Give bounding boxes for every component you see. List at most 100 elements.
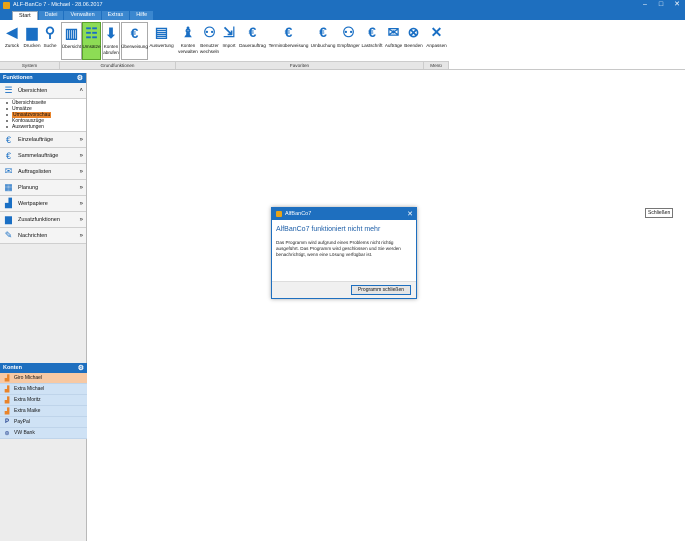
- dialog-title-bar: AlfBanCo7 ✕: [272, 208, 416, 220]
- sub-item-auswertungen[interactable]: Auswertungen: [6, 124, 86, 130]
- user-switch-icon: ⚇: [203, 24, 216, 40]
- account-chart-icon: ▟: [4, 397, 10, 404]
- print-button[interactable]: ▆ Drucken: [22, 22, 42, 60]
- dialog-heading: AlfBanCo7 funktioniert nicht mehr: [276, 226, 381, 233]
- nav-item-auftragslisten[interactable]: ✉ Auftragslisten »: [0, 164, 86, 180]
- account-paypal[interactable]: P PayPal: [0, 417, 87, 428]
- dialog-title: AlfBanCo7: [285, 211, 312, 217]
- printer-icon: ▆: [5, 214, 12, 224]
- euro-transfer-icon: €: [319, 24, 327, 40]
- app-icon: [276, 211, 282, 217]
- mail-icon: ✉: [387, 24, 400, 40]
- nav-item-einzelauftraege[interactable]: € Einzelaufträge »: [0, 132, 86, 148]
- close-button[interactable]: ✕: [669, 0, 685, 10]
- nav-item-nachrichten[interactable]: ✎ Nachrichten »: [0, 228, 86, 244]
- recipient-icon: ⚇: [342, 24, 355, 40]
- group-menu: Menü: [424, 61, 449, 69]
- app-icon: [3, 1, 10, 9]
- manage-accounts-button[interactable]: ♝ Konten verwalten: [178, 22, 198, 60]
- fetch-accounts-button[interactable]: ⬇ Konten abrufen: [102, 22, 120, 60]
- account-chart-icon: ▟: [4, 408, 10, 415]
- error-dialog: AlfBanCo7 ✕ AlfBanCo7 funktioniert nicht…: [271, 207, 417, 299]
- nav-item-sammelauftraege[interactable]: € Sammelaufträge »: [0, 148, 86, 164]
- funktionen-header: Funktionen ⚙: [0, 73, 86, 83]
- gear-icon[interactable]: ⚙: [78, 364, 84, 372]
- uebersichten-sublist: Übersichtsseite Umsätze Umsatzvorschau K…: [0, 99, 86, 132]
- back-button[interactable]: ◀ Zurück: [3, 22, 21, 60]
- printer-icon: ▆: [26, 24, 38, 40]
- gear-icon[interactable]: ⚙: [77, 74, 83, 82]
- euro-icon: €: [130, 25, 139, 41]
- download-icon: ⬇: [105, 25, 117, 41]
- report-button[interactable]: ▤ Auswertung: [149, 22, 174, 60]
- account-chart-icon: ▟: [4, 386, 10, 393]
- maximize-button[interactable]: □: [653, 0, 669, 10]
- transactions-button[interactable]: ☷ Umsätze: [82, 22, 101, 60]
- direct-debit-button[interactable]: € Lastschrift: [361, 22, 383, 60]
- account-vw-bank[interactable]: ⊛ VW Bank: [0, 428, 87, 439]
- tab-start[interactable]: Start: [12, 11, 38, 20]
- menu-bar: Start Datei Verwalten Extras Hilfe: [0, 10, 685, 20]
- tab-extras[interactable]: Extras: [101, 11, 130, 20]
- tab-datei[interactable]: Datei: [38, 11, 64, 20]
- search-button[interactable]: ⚲ Suche: [42, 22, 58, 60]
- overview-button[interactable]: ▥ Übersicht: [61, 22, 82, 60]
- window-title: ALF-BanCo 7 - Michael - 28.06.2017: [13, 2, 103, 8]
- nav-item-planung[interactable]: ▦ Planung »: [0, 180, 86, 196]
- account-extra-moritz[interactable]: ▟ Extra Moritz: [0, 395, 87, 406]
- account-extra-michael[interactable]: ▟ Extra Michael: [0, 384, 87, 395]
- account-giro-michael[interactable]: ▟ Giro Michael: [0, 373, 87, 384]
- transactions-icon: ☷: [85, 25, 98, 41]
- nav-item-uebersichten[interactable]: ☰ Übersichten ˄: [0, 83, 86, 99]
- konten-header: Konten ⚙: [0, 363, 87, 373]
- vw-logo-icon: ⊛: [4, 430, 10, 437]
- orders-button[interactable]: ✉ Aufträge: [384, 22, 403, 60]
- dialog-footer: Programm schließen: [272, 281, 416, 298]
- nav-item-wertpapiere[interactable]: ▟ Wertpapiere »: [0, 196, 86, 212]
- import-button[interactable]: ⇲ Import: [221, 22, 237, 60]
- back-arrow-icon: ◀: [6, 24, 18, 40]
- scheduled-transfer-button[interactable]: € Terminüberweisung: [268, 22, 309, 60]
- switch-user-button[interactable]: ⚇ Benutzer wechseln: [199, 22, 220, 60]
- close-program-button[interactable]: Programm schließen: [351, 285, 411, 295]
- close-tooltip: Schließen: [645, 208, 674, 218]
- list-icon: ☰: [4, 85, 13, 95]
- transfer-button[interactable]: € Überweisung: [121, 22, 148, 60]
- calendar-icon: ▦: [4, 182, 13, 192]
- dialog-message: Das Programm wird aufgrund eines Problem…: [276, 240, 401, 257]
- euro-scheduled-icon: €: [284, 24, 293, 40]
- customize-button[interactable]: ✕ Anpassen: [426, 22, 447, 60]
- konten-section: Konten ⚙ ▟ Giro Michael ▟ Extra Michael …: [0, 363, 87, 439]
- rebooking-button[interactable]: € Umbuchung: [310, 22, 336, 60]
- pen-icon: ✎: [4, 230, 13, 240]
- report-icon: ▤: [154, 24, 169, 40]
- euro-multi-icon: €: [5, 150, 11, 161]
- paypal-icon: P: [4, 419, 9, 425]
- recipient-button[interactable]: ⚇ Empfänger: [337, 22, 360, 60]
- standing-order-button[interactable]: € Dauerauftrag: [238, 22, 267, 60]
- account-chart-icon: ▟: [4, 375, 10, 382]
- euro-debit-icon: €: [368, 24, 376, 40]
- dialog-close-button[interactable]: ✕: [404, 210, 416, 218]
- money-bag-icon: ♝: [181, 24, 195, 40]
- ribbon: ◀ Zurück ▆ Drucken ⚲ Suche ▥ Übersicht ☷…: [0, 20, 685, 70]
- minimize-button[interactable]: –: [637, 0, 653, 10]
- nav-item-zusatzfunktionen[interactable]: ▆ Zusatzfunktionen »: [0, 212, 86, 228]
- euro-recurring-icon: €: [248, 24, 257, 40]
- main-area: [88, 73, 685, 541]
- chart-icon: ▟: [5, 198, 12, 208]
- tools-icon: ✕: [430, 24, 443, 40]
- exit-button[interactable]: ⊗ Beenden: [404, 22, 423, 60]
- exit-icon: ⊗: [407, 24, 420, 40]
- tab-hilfe[interactable]: Hilfe: [130, 11, 154, 20]
- title-bar: ALF-BanCo 7 - Michael - 28.06.2017 – □ ✕: [0, 0, 685, 10]
- chevron-up-icon[interactable]: ˄: [79, 88, 83, 94]
- import-icon: ⇲: [223, 24, 235, 40]
- group-grundfunktionen: Grundfunktionen: [60, 61, 176, 69]
- envelope-icon: ✉: [4, 166, 13, 176]
- group-system: System: [0, 61, 60, 69]
- account-extra-maike[interactable]: ▟ Extra Maike: [0, 406, 87, 417]
- tab-verwalten[interactable]: Verwalten: [64, 11, 101, 20]
- overview-icon: ▥: [64, 25, 79, 41]
- euro-icon: €: [5, 134, 11, 145]
